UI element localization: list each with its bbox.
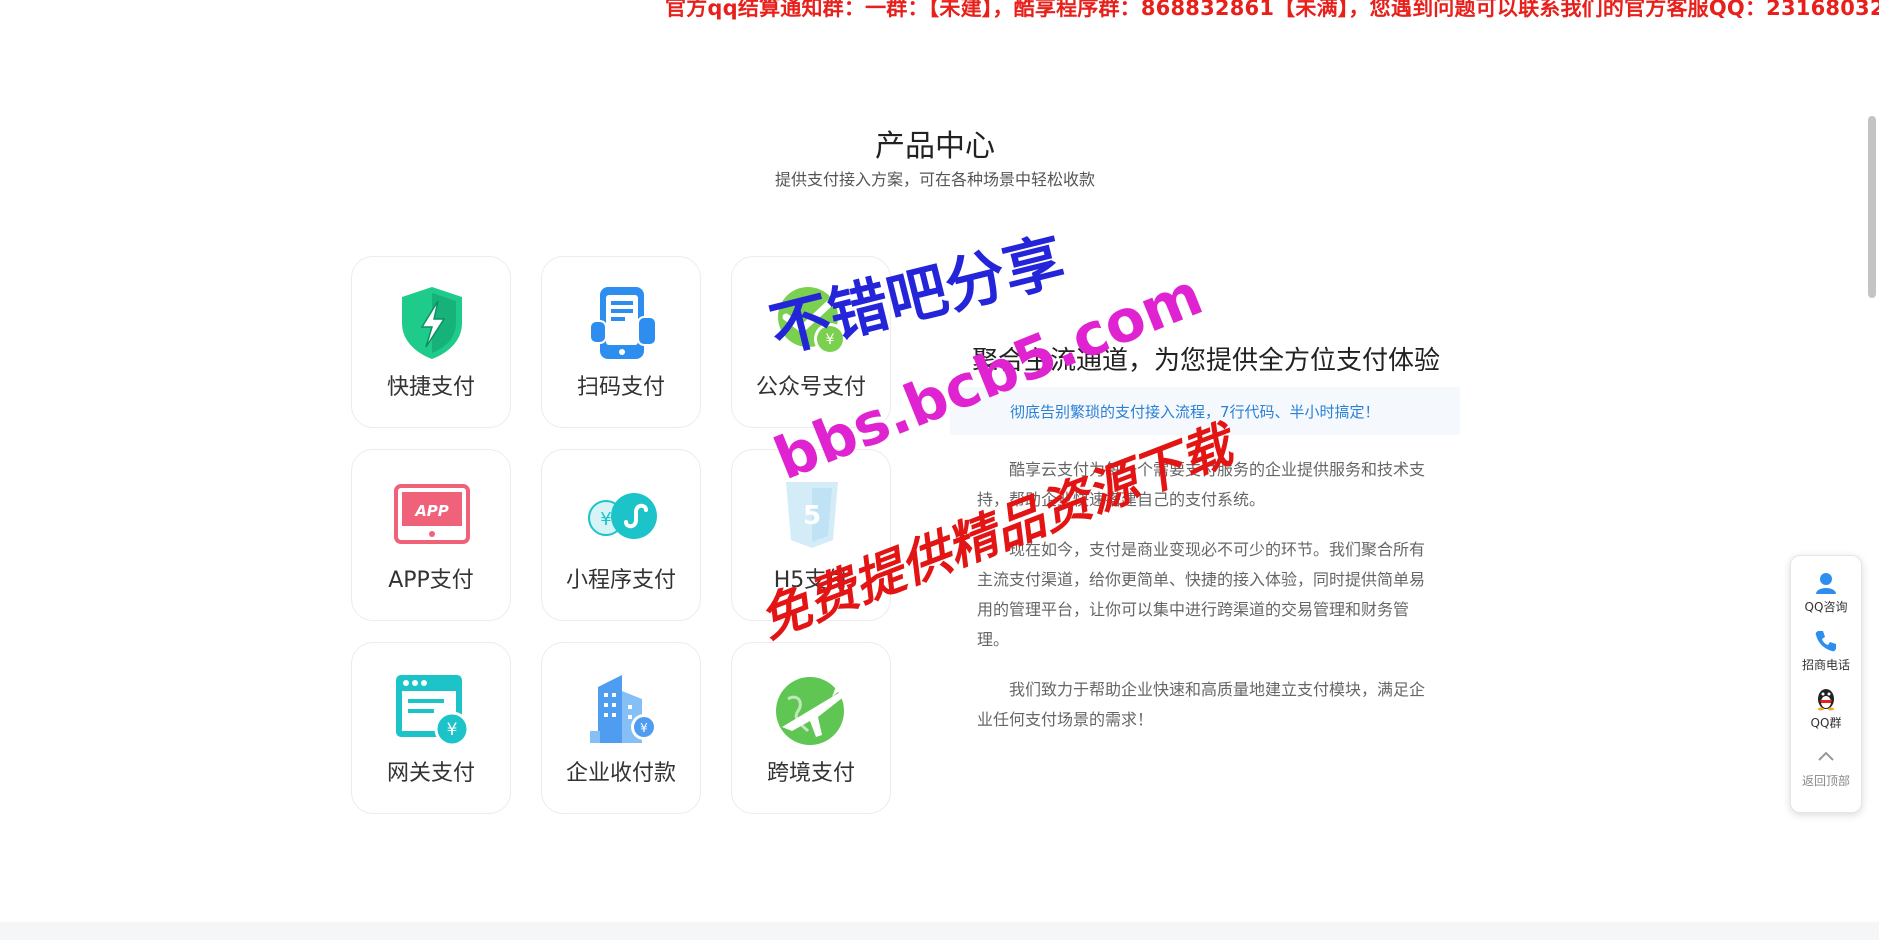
product-card-mini-program-pay[interactable]: ¥ 小程序支付	[541, 449, 701, 621]
svg-text:5: 5	[803, 501, 821, 531]
svg-text:¥: ¥	[600, 509, 611, 530]
product-card-quick-pay[interactable]: 快捷支付	[351, 256, 511, 428]
product-card-scan-pay[interactable]: 扫码支付	[541, 256, 701, 428]
product-card-h5-pay[interactable]: 5 H5支付	[731, 449, 891, 621]
chevron-up-icon	[1818, 751, 1834, 761]
side-item-label: QQ群	[1810, 716, 1842, 730]
product-label: 公众号支付	[755, 375, 866, 400]
info-paragraph: 现在如今，支付是商业变现必不可少的环节。我们聚合所有主流支付渠道，给你更简单、快…	[977, 540, 1426, 649]
product-card-enterprise-pay[interactable]: ¥ 企业收付款	[541, 642, 701, 814]
gateway-window-icon: ¥	[396, 675, 470, 747]
product-card-app-pay[interactable]: APP APP支付	[351, 449, 511, 621]
html5-icon: 5	[786, 482, 838, 548]
product-card-cross-border-pay[interactable]: 跨境支付	[731, 642, 891, 814]
product-label: 跨境支付	[766, 761, 855, 786]
info-title: 聚合主流通道，为您提供全方位支付体验	[972, 346, 1441, 376]
info-highlight-text: 彻底告别繁琐的支付接入流程，7行代码、半小时搞定！	[1010, 403, 1380, 421]
info-highlight-bar: 彻底告别繁琐的支付接入流程，7行代码、半小时搞定！	[950, 387, 1460, 435]
product-label: 网关支付	[386, 761, 475, 786]
svg-text:¥: ¥	[640, 721, 648, 735]
floating-contact-panel: QQ咨询 招商电话 QQ群 返回顶部	[1790, 555, 1862, 813]
info-paragraph: 我们致力于帮助企业快速和高质量地建立支付模块，满足企业任何支付场景的需求！	[977, 680, 1426, 729]
side-item-qq-group[interactable]: QQ群	[1791, 678, 1861, 734]
product-label: 企业收付款	[565, 761, 676, 786]
info-paragraph: 酷享云支付为每一个需要支付服务的企业提供服务和技术支持，帮助企业快速搭建自己的支…	[977, 460, 1426, 509]
qq-consult-icon	[1816, 573, 1836, 594]
miniprogram-icon: ¥	[588, 493, 657, 539]
svg-text:¥: ¥	[447, 720, 458, 740]
product-label: 快捷支付	[386, 375, 475, 400]
building-yuan-icon: ¥	[590, 675, 657, 743]
product-label: APP支付	[388, 568, 474, 593]
side-item-back-to-top[interactable]: 返回顶部	[1791, 736, 1861, 792]
section-title: 产品中心	[875, 129, 995, 164]
notice-marquee: 官方qq结算通知群：一群：【未建】，酷享程序群：868832861【未满】，您遇…	[665, 0, 1879, 20]
product-label: 小程序支付	[565, 568, 676, 593]
phone-icon	[1815, 631, 1836, 652]
product-card-gateway-pay[interactable]: ¥ 网关支付	[351, 642, 511, 814]
side-item-phone[interactable]: 招商电话	[1791, 620, 1861, 676]
section-subtitle: 提供支付接入方案，可在各种场景中轻松收款	[774, 170, 1095, 189]
app-screen-icon: APP	[394, 484, 470, 544]
product-label: H5支付	[773, 568, 849, 593]
side-item-label: 招商电话	[1801, 658, 1850, 672]
wechat-yuan-icon: ¥	[778, 287, 846, 355]
footer-strip	[0, 922, 1879, 940]
svg-text:¥: ¥	[826, 332, 835, 348]
side-item-label: QQ咨询	[1804, 600, 1848, 614]
side-item-qq-consult[interactable]: QQ咨询	[1791, 562, 1861, 618]
product-card-official-account-pay[interactable]: ¥ 公众号支付	[731, 256, 891, 428]
qq-penguin-icon	[1818, 689, 1834, 711]
side-item-label: 返回顶部	[1801, 774, 1850, 788]
svg-text:APP: APP	[414, 502, 449, 520]
product-label: 扫码支付	[576, 375, 665, 400]
shield-lightning-icon	[402, 287, 462, 359]
page-scrollbar-thumb[interactable]	[1868, 116, 1876, 298]
globe-plane-icon	[776, 677, 846, 745]
phone-scan-icon	[589, 287, 657, 359]
